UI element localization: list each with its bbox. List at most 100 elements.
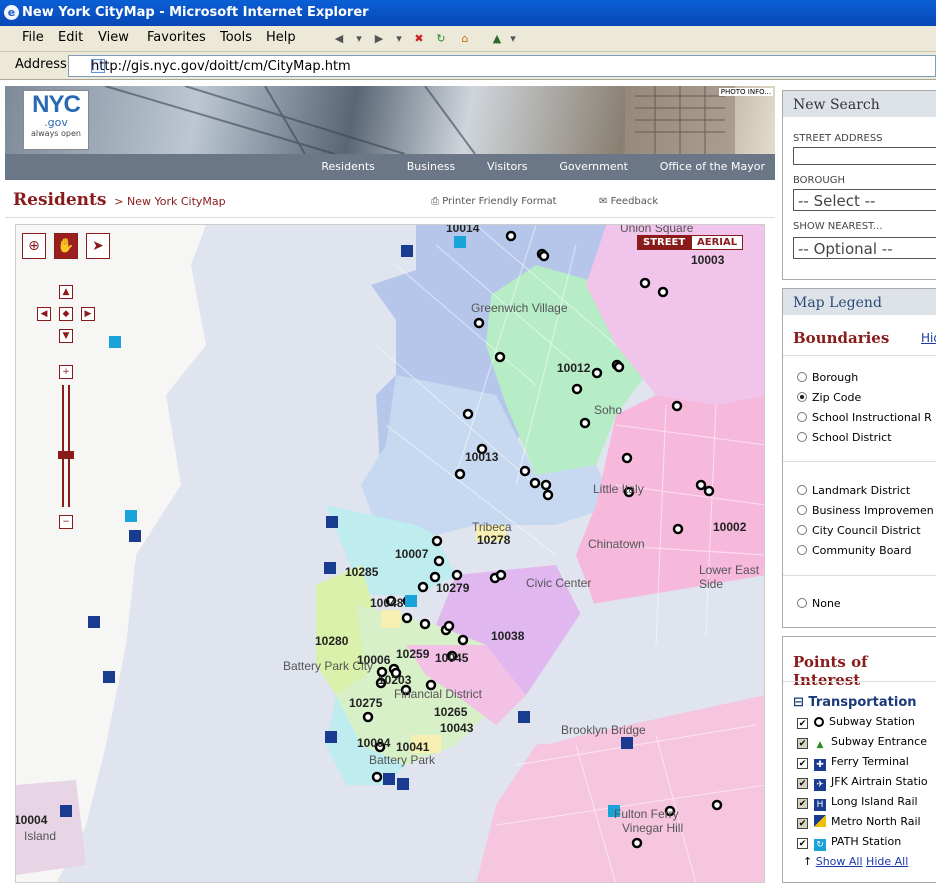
- radio-community-board[interactable]: Community Board: [797, 544, 912, 557]
- lirr-icon: H: [814, 799, 826, 811]
- nyc-gov-logo[interactable]: NYC .gov always open: [23, 90, 89, 150]
- checkbox-checked-icon[interactable]: ✔: [797, 818, 808, 829]
- radio-icon: [797, 545, 807, 555]
- pan-right-icon[interactable]: ▶: [81, 307, 95, 321]
- menu-favorites[interactable]: Favorites: [147, 30, 206, 45]
- select-tool[interactable]: ➤: [86, 233, 110, 259]
- city-map[interactable]: 10014 10003 10012 10013 10007 10278 1028…: [15, 224, 765, 883]
- legend-jfk-airtrain[interactable]: ✔ ✈ JFK Airtrain Statio: [797, 775, 928, 791]
- show-all-link[interactable]: Show All: [816, 855, 863, 868]
- checkbox-checked-icon[interactable]: ✔: [797, 758, 808, 769]
- checkbox-checked-icon[interactable]: ✔: [797, 738, 808, 749]
- street-address-label: STREET ADDRESS: [793, 133, 883, 144]
- nav-residents[interactable]: Residents: [321, 154, 374, 180]
- legend-ferry-terminal[interactable]: ✔ ✚ Ferry Terminal: [797, 755, 909, 771]
- zoom-slider-track[interactable]: [62, 385, 70, 507]
- street-address-input[interactable]: [793, 147, 936, 165]
- zip-label: 10013: [465, 450, 499, 464]
- subway-station-icon: [814, 717, 824, 727]
- radio-icon: [797, 432, 807, 442]
- borough-select[interactable]: -- Select --: [793, 189, 936, 211]
- refresh-icon[interactable]: ↻: [432, 30, 450, 48]
- zoom-in-icon[interactable]: +: [59, 365, 73, 379]
- radio-landmark-district[interactable]: Landmark District: [797, 484, 910, 497]
- legend-long-island-rail[interactable]: ✔ H Long Island Rail: [797, 795, 918, 811]
- feedback-label: Feedback: [610, 196, 659, 207]
- envelope-icon: ✉: [599, 196, 611, 207]
- zip-label: 10285: [345, 565, 379, 579]
- legend-subway-entrance[interactable]: ✔ ▲ Subway Entrance: [797, 735, 927, 751]
- radio-borough[interactable]: Borough: [797, 371, 858, 384]
- radio-city-council-district[interactable]: City Council District: [797, 524, 921, 537]
- zip-label: 10280: [315, 634, 349, 648]
- place-label: Chinatown: [588, 537, 645, 551]
- logo-gov: .gov: [44, 116, 68, 129]
- ie-logo-icon: e: [4, 5, 19, 20]
- printer-friendly-link[interactable]: ⎙ Printer Friendly Format: [431, 196, 557, 207]
- zip-label: 10014: [446, 224, 480, 235]
- address-field[interactable]: http://gis.nyc.gov/doitt/cm/CityMap.htm: [68, 55, 936, 77]
- place-label: Little Italy: [593, 482, 644, 496]
- zoom-slider-handle[interactable]: [58, 451, 74, 459]
- checkbox-checked-icon[interactable]: ✔: [797, 838, 808, 849]
- hide-all-link[interactable]: Hide All: [866, 855, 908, 868]
- zoom-in-tool[interactable]: ⊕: [22, 233, 46, 259]
- street-view-button[interactable]: STREET: [637, 235, 692, 250]
- sidebar: New Search STREET ADDRESS BOROUGH -- Sel…: [780, 86, 936, 883]
- legend-label: PATH Station: [831, 835, 902, 848]
- map-canvas[interactable]: [16, 225, 765, 883]
- points-of-interest-panel: Points of Interest ⊟ Transportation ✔ Sub…: [782, 636, 936, 883]
- photo-info-link[interactable]: PHOTO INFO...: [718, 88, 773, 96]
- nav-business[interactable]: Business: [407, 154, 456, 180]
- pan-left-icon[interactable]: ◀: [37, 307, 51, 321]
- zoom-out-icon[interactable]: −: [59, 515, 73, 529]
- forward-dropdown-icon[interactable]: ▾: [390, 30, 408, 48]
- place-label: Soho: [594, 403, 623, 417]
- home-icon[interactable]: ⌂: [456, 30, 474, 48]
- checkbox-checked-icon[interactable]: ✔: [797, 798, 808, 809]
- banner-photo: [104, 86, 735, 154]
- zip-label: 10275: [349, 696, 383, 710]
- back-dropdown-icon[interactable]: ▾: [350, 30, 368, 48]
- nav-office-of-the-mayor[interactable]: Office of the Mayor: [660, 154, 765, 180]
- aerial-view-button[interactable]: AERIAL: [691, 235, 744, 250]
- stop-icon[interactable]: ✖: [410, 30, 428, 48]
- nav-government[interactable]: Government: [559, 154, 628, 180]
- radio-label: Community Board: [812, 544, 912, 557]
- radio-school-district[interactable]: School District: [797, 431, 892, 444]
- ferry-terminal-icon: ✚: [814, 759, 826, 771]
- pan-center-icon[interactable]: ◆: [59, 307, 73, 321]
- metro-north-icon: [814, 815, 826, 827]
- back-icon[interactable]: ◀: [330, 30, 348, 48]
- legend-path-station[interactable]: ✔ ↻ PATH Station: [797, 835, 901, 851]
- radio-label: Zip Code: [812, 391, 862, 404]
- pan-down-icon[interactable]: ▼: [59, 329, 73, 343]
- menu-help[interactable]: Help: [266, 30, 296, 45]
- checkbox-checked-icon[interactable]: ✔: [797, 778, 808, 789]
- transportation-toggle[interactable]: ⊟ Transportation: [793, 695, 917, 710]
- breadcrumb-section[interactable]: Residents: [13, 190, 106, 210]
- nav-visitors[interactable]: Visitors: [487, 154, 527, 180]
- radio-school-instructional[interactable]: School Instructional R: [797, 411, 932, 424]
- radio-business-improvement[interactable]: Business Improvemen: [797, 504, 934, 517]
- radio-icon: [797, 525, 807, 535]
- legend-subway-station[interactable]: ✔ Subway Station: [797, 715, 915, 729]
- pan-up-icon[interactable]: ▲: [59, 285, 73, 299]
- forward-icon[interactable]: ▶: [370, 30, 388, 48]
- legend-title: Map Legend: [783, 289, 936, 315]
- menu-tools[interactable]: Tools: [220, 30, 252, 45]
- hide-boundaries-link[interactable]: Hid: [921, 331, 936, 345]
- radio-zip-code[interactable]: Zip Code: [797, 391, 861, 404]
- breadcrumb: Residents > New York CityMap ⎙ Printer F…: [13, 190, 773, 214]
- radio-none[interactable]: None: [797, 597, 841, 610]
- legend-metro-north-rail[interactable]: ✔ Metro North Rail: [797, 815, 921, 829]
- checkbox-checked-icon[interactable]: ✔: [797, 718, 808, 729]
- feedback-link[interactable]: ✉ Feedback: [599, 196, 658, 207]
- menu-edit[interactable]: Edit: [58, 30, 83, 45]
- show-nearest-select[interactable]: -- Optional --: [793, 237, 936, 259]
- menu-view[interactable]: View: [98, 30, 129, 45]
- pan-tool[interactable]: ✋: [54, 233, 78, 259]
- media-dropdown-icon[interactable]: ▾: [504, 30, 522, 48]
- zip-label: 10265: [434, 705, 468, 719]
- menu-file[interactable]: File: [22, 30, 44, 45]
